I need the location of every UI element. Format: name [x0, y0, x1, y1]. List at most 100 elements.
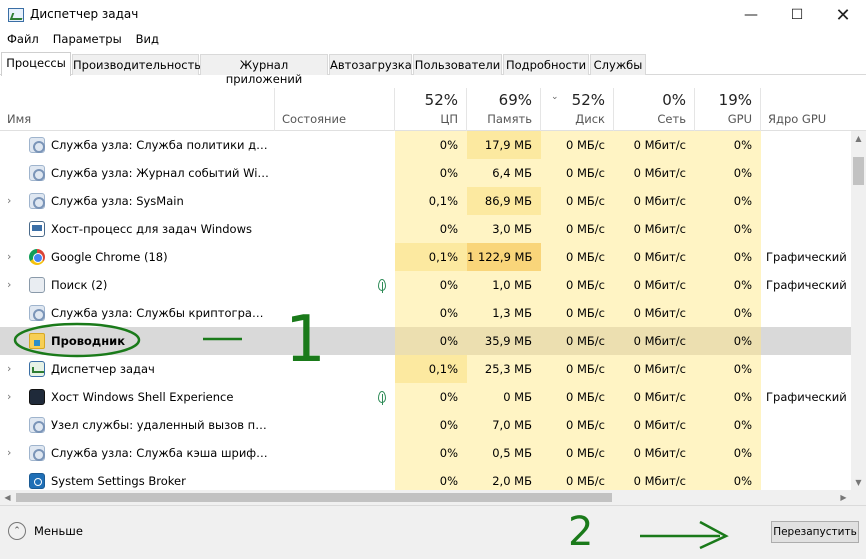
process-row[interactable]: › Google Chrome (18) 0,1% 1 122,9 МБ 0 М…	[0, 243, 851, 271]
column-memory[interactable]: 69% Память	[467, 88, 541, 131]
network-value: 0 Мбит/с	[614, 327, 695, 355]
settings-icon	[29, 473, 45, 489]
column-network[interactable]: 0% Сеть	[614, 88, 695, 131]
column-name[interactable]: Имя	[0, 88, 275, 131]
process-row[interactable]: Служба узла: Журнал событий Windo... 0% …	[0, 159, 851, 187]
maximize-button[interactable]: ☐	[774, 0, 820, 30]
cpu-value: 0%	[395, 131, 467, 159]
gear-icon	[29, 137, 45, 153]
column-headers: Имя Состояние 52% ЦП 69% Память 52% Диск…	[0, 88, 866, 131]
sort-chevron-icon[interactable]: ⌄	[551, 92, 559, 102]
gpu-engine-value	[761, 131, 851, 159]
window-icon	[29, 221, 45, 237]
gpu-value: 0%	[695, 439, 761, 467]
restart-button[interactable]: Перезапустить	[771, 521, 859, 543]
network-value: 0 Мбит/с	[614, 439, 695, 467]
process-name: Диспетчер задач	[51, 362, 155, 376]
process-list: Служба узла: Служба политики диагн... 0%…	[0, 131, 851, 490]
expand-chevron-icon[interactable]: ›	[7, 439, 17, 467]
process-row[interactable]: › Хост Windows Shell Experience 0% 0 МБ …	[0, 383, 851, 411]
process-row[interactable]: Служба узла: Службы криптографии 0% 1,3 …	[0, 299, 851, 327]
disk-value: 0 МБ/с	[541, 131, 614, 159]
process-row[interactable]: › Служба узла: SysMain 0,1% 86,9 МБ 0 МБ…	[0, 187, 851, 215]
fewer-details-link[interactable]: Меньше	[34, 524, 83, 538]
vertical-scrollbar[interactable]: ▲ ▼	[851, 131, 866, 490]
tab-details[interactable]: Подробности	[503, 54, 589, 75]
process-row[interactable]: › Диспетчер задач 0,1% 25,3 МБ 0 МБ/с 0 …	[0, 355, 851, 383]
memory-value: 25,3 МБ	[467, 355, 541, 383]
process-row[interactable]: Служба узла: Служба политики диагн... 0%…	[0, 131, 851, 159]
memory-value: 0,5 МБ	[467, 439, 541, 467]
cpu-value: 0,1%	[395, 187, 467, 215]
cpu-value: 0%	[395, 299, 467, 327]
tab-users[interactable]: Пользователи	[413, 54, 502, 75]
gear-icon	[29, 417, 45, 433]
expand-chevron-icon[interactable]: ›	[7, 383, 17, 411]
scroll-right-icon[interactable]: ▶	[836, 490, 851, 505]
menu-view[interactable]: Вид	[129, 30, 166, 50]
expand-chevron-icon[interactable]: ›	[7, 355, 17, 383]
gpu-engine-value	[761, 327, 851, 355]
gpu-value: 0%	[695, 243, 761, 271]
gear-icon	[29, 165, 45, 181]
process-row[interactable]: Хост-процесс для задач Windows 0% 3,0 МБ…	[0, 215, 851, 243]
menu-options[interactable]: Параметры	[46, 30, 129, 50]
scroll-thumb[interactable]	[853, 157, 864, 185]
network-value: 0 Мбит/с	[614, 271, 695, 299]
column-gpu[interactable]: 19% GPU	[695, 88, 761, 131]
memory-total: 69%	[498, 91, 532, 109]
network-label: Сеть	[657, 112, 686, 126]
menu-file[interactable]: Файл	[0, 30, 46, 50]
process-name: Узел службы: удаленный вызов проц...	[51, 418, 273, 432]
disk-value: 0 МБ/с	[541, 271, 614, 299]
expand-chevron-icon[interactable]: ›	[7, 187, 17, 215]
disk-value: 0 МБ/с	[541, 215, 614, 243]
process-row[interactable]: System Settings Broker 0% 2,0 МБ 0 МБ/с …	[0, 467, 851, 490]
process-row-selected[interactable]: Проводник 0% 35,9 МБ 0 МБ/с 0 Мбит/с 0%	[0, 327, 851, 355]
gpu-value: 0%	[695, 131, 761, 159]
column-gpu-engine[interactable]: Ядро GPU	[761, 88, 866, 131]
column-status[interactable]: Состояние	[275, 88, 395, 131]
process-row[interactable]: › Поиск (2) 0% 1,0 МБ 0 МБ/с 0 Мбит/с 0%…	[0, 271, 851, 299]
gpu-value: 0%	[695, 271, 761, 299]
disk-value: 0 МБ/с	[541, 299, 614, 327]
disk-total: 52%	[571, 91, 605, 109]
process-name: Служба узла: SysMain	[51, 194, 184, 208]
horizontal-scrollbar[interactable]: ◀ ▶	[0, 490, 866, 505]
process-name: Поиск (2)	[51, 278, 108, 292]
minimize-button[interactable]: —	[728, 0, 774, 30]
chevron-up-icon[interactable]: ⌃	[8, 522, 26, 540]
gpu-value: 0%	[695, 355, 761, 383]
gpu-label: GPU	[727, 112, 752, 126]
gpu-value: 0%	[695, 299, 761, 327]
expand-chevron-icon[interactable]: ›	[7, 271, 17, 299]
scroll-left-icon[interactable]: ◀	[0, 490, 15, 505]
process-row[interactable]: › Служба узла: Служба кэша шрифтов ... 0…	[0, 439, 851, 467]
disk-value: 0 МБ/с	[541, 159, 614, 187]
process-name: Служба узла: Служба политики диагн...	[51, 138, 273, 152]
leaf-icon	[378, 279, 386, 293]
network-value: 0 Мбит/с	[614, 159, 695, 187]
tab-app-history[interactable]: Журнал приложений	[200, 54, 328, 86]
tab-processes[interactable]: Процессы	[1, 52, 71, 76]
scroll-up-icon[interactable]: ▲	[851, 131, 866, 146]
column-cpu[interactable]: 52% ЦП	[395, 88, 467, 131]
close-button[interactable]: ✕	[820, 0, 866, 30]
gpu-engine-value	[761, 187, 851, 215]
memory-value: 7,0 МБ	[467, 411, 541, 439]
gpu-value: 0%	[695, 411, 761, 439]
network-value: 0 Мбит/с	[614, 355, 695, 383]
process-row[interactable]: Узел службы: удаленный вызов проц... 0% …	[0, 411, 851, 439]
scroll-down-icon[interactable]: ▼	[851, 475, 866, 490]
tab-performance[interactable]: Производительность	[72, 54, 201, 75]
memory-value: 1 122,9 МБ	[467, 243, 541, 271]
network-value: 0 Мбит/с	[614, 187, 695, 215]
gear-icon	[29, 193, 45, 209]
expand-chevron-icon[interactable]: ›	[7, 243, 17, 271]
gpu-engine-label: Ядро GPU	[768, 112, 827, 126]
explorer-folder-icon	[29, 333, 45, 349]
scroll-thumb-horizontal[interactable]	[16, 493, 612, 502]
search-icon	[29, 277, 45, 293]
tab-services[interactable]: Службы	[590, 54, 646, 75]
tab-startup[interactable]: Автозагрузка	[329, 54, 412, 75]
